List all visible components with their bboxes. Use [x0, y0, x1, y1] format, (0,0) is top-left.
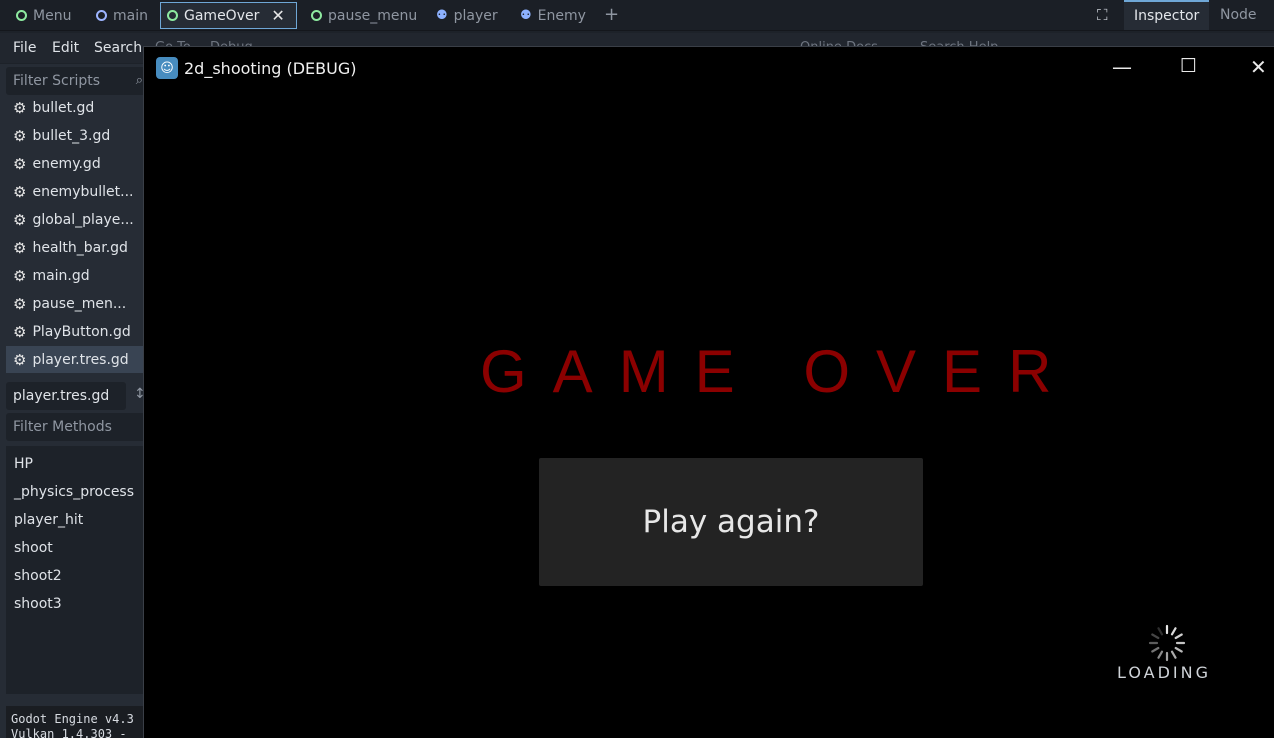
list-item[interactable]: ⚙ health_bar.gd	[6, 234, 146, 261]
tab-label: pause_menu	[328, 7, 418, 24]
tab-label: GameOver	[184, 7, 260, 24]
add-tab-icon[interactable]: +	[604, 4, 619, 25]
play-again-button[interactable]: Play again?	[539, 458, 923, 586]
gear-icon: ⚙	[13, 238, 27, 257]
script-name: bullet_3.gd	[32, 127, 111, 144]
list-item[interactable]: ⚙ main.gd	[6, 262, 146, 289]
godot-editor: Menu main GameOver ✕ pause_menu ⚉ player…	[0, 0, 1274, 738]
play-again-label: Play again?	[642, 504, 820, 540]
tab-player[interactable]: ⚉ player	[430, 2, 504, 29]
script-name: enemy.gd	[32, 155, 101, 172]
gear-icon: ⚙	[13, 266, 27, 285]
filter-scripts-input[interactable]: Filter Scripts	[6, 67, 146, 95]
list-item[interactable]: ⚙ pause_men...	[6, 290, 146, 317]
list-item[interactable]: ⚙ global_playe...	[6, 206, 146, 233]
tab-node[interactable]: Node	[1210, 0, 1267, 30]
maximize-icon[interactable]: ☐	[1180, 55, 1197, 77]
person-icon: ⚉	[520, 8, 532, 23]
game-window: ☺ 2d_shooting (DEBUG) — ☐ ✕ GAME OVER Pl…	[143, 46, 1274, 738]
script-name: PlayButton.gd	[32, 323, 131, 340]
gear-icon: ⚙	[13, 350, 27, 369]
close-icon[interactable]: ✕	[271, 6, 284, 25]
gear-icon: ⚙	[13, 98, 27, 117]
tab-inspector[interactable]: Inspector	[1124, 0, 1210, 30]
tab-label: main	[113, 7, 148, 24]
list-item[interactable]: player_hit	[14, 512, 83, 528]
tab-gameover[interactable]: GameOver ✕	[160, 2, 297, 29]
script-name: health_bar.gd	[32, 239, 128, 256]
method-list: HP _physics_process player_hit shoot sho…	[6, 446, 146, 694]
scene-ring-icon	[96, 10, 107, 21]
tab-label: Inspector	[1134, 8, 1200, 24]
tab-menu[interactable]: Menu	[10, 2, 77, 29]
script-name: main.gd	[32, 267, 90, 284]
gear-icon: ⚙	[13, 154, 27, 173]
tab-label: Node	[1220, 7, 1257, 23]
window-titlebar: ☺ 2d_shooting (DEBUG) — ☐ ✕	[144, 47, 1274, 89]
script-name: enemybullet...	[32, 183, 134, 200]
window-title: 2d_shooting (DEBUG)	[184, 59, 357, 78]
loading-spinner-icon	[1148, 624, 1186, 662]
list-item[interactable]: ⚙ PlayButton.gd	[6, 318, 146, 345]
script-name: bullet.gd	[32, 99, 95, 116]
minimize-icon[interactable]: —	[1112, 55, 1132, 79]
output-console: Godot Engine v4.3 Vulkan 1.4.303 -	[6, 706, 146, 738]
tab-pause-menu[interactable]: pause_menu	[305, 2, 423, 29]
list-item[interactable]: ⚙ enemybullet...	[6, 178, 146, 205]
tab-enemy[interactable]: ⚉ Enemy	[514, 2, 592, 29]
tab-main[interactable]: main	[90, 2, 154, 29]
menu-edit[interactable]: Edit	[52, 40, 79, 56]
gear-icon: ⚙	[13, 294, 27, 313]
gear-icon: ⚙	[13, 126, 27, 145]
tab-label: Enemy	[537, 7, 586, 24]
menu-search[interactable]: Search	[94, 40, 142, 56]
scene-ring-icon	[167, 10, 178, 21]
list-item[interactable]: _physics_process	[14, 484, 134, 500]
scene-ring-icon	[311, 10, 322, 21]
scene-tab-bar: Menu main GameOver ✕ pause_menu ⚉ player…	[0, 0, 1274, 31]
list-item[interactable]: ⚙ bullet_3.gd	[6, 122, 146, 149]
console-line: Godot Engine v4.3	[11, 712, 134, 726]
close-window-icon[interactable]: ✕	[1250, 55, 1267, 79]
list-item[interactable]: shoot3	[14, 596, 62, 612]
scene-ring-icon	[16, 10, 27, 21]
tab-label: player	[453, 7, 498, 24]
script-name: player.tres.gd	[32, 351, 129, 368]
game-over-heading: GAME OVER	[480, 338, 1078, 405]
person-icon: ⚉	[436, 8, 448, 23]
script-name: pause_men...	[32, 295, 127, 312]
gear-icon: ⚙	[13, 182, 27, 201]
gear-icon: ⚙	[13, 210, 27, 229]
list-item[interactable]: ⚙ enemy.gd	[6, 150, 146, 177]
distraction-free-icon[interactable]: ⛶	[1097, 6, 1108, 24]
current-script-label: player.tres.gd	[6, 382, 126, 410]
list-item[interactable]: HP	[14, 456, 33, 472]
script-name: global_playe...	[32, 211, 134, 228]
console-line: Vulkan 1.4.303 -	[11, 727, 127, 738]
list-item[interactable]: shoot	[14, 540, 53, 556]
list-item[interactable]: ⚙ bullet.gd	[6, 94, 146, 121]
list-item[interactable]: ⚙ player.tres.gd	[6, 346, 146, 373]
menu-file[interactable]: File	[13, 40, 36, 56]
tab-label: Menu	[33, 7, 72, 24]
search-icon: ⌕	[135, 73, 143, 88]
list-item[interactable]: shoot2	[14, 568, 62, 584]
loading-label: LOADING	[1117, 663, 1212, 682]
gear-icon: ⚙	[13, 322, 27, 341]
godot-logo-icon: ☺	[156, 57, 178, 79]
filter-methods-input[interactable]: Filter Methods	[6, 413, 146, 441]
